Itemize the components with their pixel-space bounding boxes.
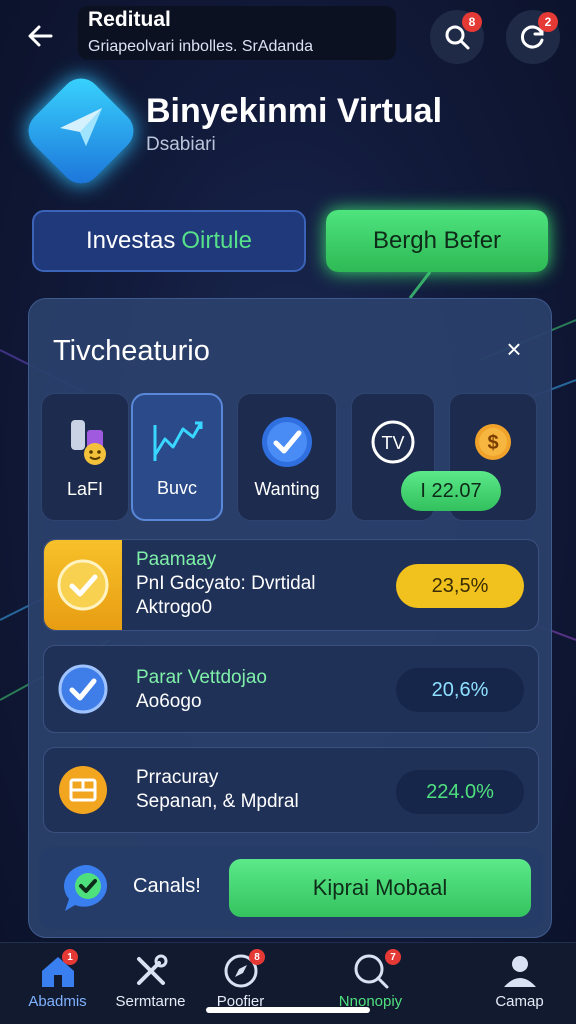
app-header: Reditual Griapeolvari inbolles. SrAdanda… xyxy=(0,0,576,70)
nav-label: Camap xyxy=(495,993,544,1010)
header-title-box: Reditual Griapeolvari inbolles. SrAdanda xyxy=(78,6,396,60)
confirm-bar: Canals! Kiprai Mobaal xyxy=(39,847,543,929)
row-text: Prracuray Sepanan, & Mpdral xyxy=(136,766,299,814)
list-item[interactable]: Parar Vettdojao Ao6ogo 20,6% xyxy=(43,645,539,733)
category-value-pill[interactable]: I 22.07 xyxy=(401,471,501,511)
begin-button[interactable]: Bergh Befer xyxy=(326,210,548,272)
tools-icon xyxy=(136,954,167,985)
tv-coin-label: TV xyxy=(381,433,404,453)
arrow-left-icon xyxy=(28,25,53,47)
list-item[interactable]: Prracuray Sepanan, & Mpdral 224.0% xyxy=(43,747,539,833)
home-indicator[interactable] xyxy=(206,1007,370,1013)
header-title: Reditual xyxy=(88,8,171,31)
cancel-button[interactable]: Canals! xyxy=(133,875,201,898)
check-icon xyxy=(58,664,108,714)
panel-title: Tivcheaturio xyxy=(53,335,210,367)
category-wanting[interactable]: Wanting xyxy=(237,393,337,521)
refresh-badge: 2 xyxy=(538,12,558,32)
check-badge-icon xyxy=(57,559,109,611)
document-coin-icon xyxy=(59,766,107,814)
svg-text:$: $ xyxy=(487,432,498,454)
nav-badge: 8 xyxy=(249,949,265,965)
category-label: Wanting xyxy=(254,479,320,499)
row-value: 224.0% xyxy=(396,770,524,814)
row-detail: PnI Gdcyato: Dvrtidal xyxy=(136,573,316,594)
close-button[interactable]: × xyxy=(499,335,529,365)
category-label: LaFI xyxy=(66,479,104,499)
row-name: Parar Vettdojao xyxy=(136,667,267,688)
list-item[interactable]: Paamaay PnI Gdcyato: Dvrtidal Aktrogo0 2… xyxy=(43,539,539,631)
tools-icon xyxy=(71,420,106,465)
row-name: Paamaay xyxy=(136,549,217,570)
search-badge: 8 xyxy=(462,12,482,32)
paper-plane-icon xyxy=(60,108,102,146)
category-tools[interactable]: LaFI xyxy=(41,393,129,521)
row-value: 23,5% xyxy=(396,564,524,608)
row-detail: Ao6ogo xyxy=(136,691,202,712)
row-detail: Sepanan, & Mpdral xyxy=(136,791,299,812)
nav-badge: 7 xyxy=(385,949,401,965)
header-subtitle: Griapeolvari inbolles. SrAdanda xyxy=(88,38,314,55)
row-detail-2: Aktrogo0 xyxy=(136,597,213,618)
row-text: Paamaay PnI Gdcyato: Dvrtidal Aktrogo0 xyxy=(136,548,316,620)
dollar-coin-icon: $ xyxy=(475,424,511,460)
invest-highlight: Oirtule xyxy=(181,227,253,254)
app-hero: Binyekinmi Virtual Dsabiari xyxy=(20,70,550,192)
confirm-button[interactable]: Kiprai Mobaal xyxy=(229,859,531,917)
check-icon xyxy=(262,417,312,467)
search-button[interactable]: 8 xyxy=(430,10,484,64)
nav-item-profile[interactable]: Camap xyxy=(462,943,576,1024)
row-name: Prracuray xyxy=(136,767,219,788)
tv-coin-icon: TV xyxy=(371,420,415,464)
row-icon-box xyxy=(44,748,122,832)
chat-check-icon xyxy=(64,864,108,911)
profile-icon xyxy=(503,956,536,987)
row-text: Parar Vettdojao Ao6ogo xyxy=(136,666,267,714)
app-subtitle: Dsabiari xyxy=(146,134,216,155)
refresh-button[interactable]: 2 xyxy=(506,10,560,64)
invest-panel: Tivcheaturio × LaFI Buvc Wanting TV $ I … xyxy=(28,298,552,938)
category-chart[interactable]: Buvc xyxy=(131,393,223,521)
row-icon-box xyxy=(44,646,122,732)
nav-badge: 1 xyxy=(62,949,78,965)
chart-icon xyxy=(153,421,203,461)
invest-virtual-button[interactable]: Investas Oirtule xyxy=(32,210,306,272)
row-icon-box xyxy=(44,540,122,630)
invest-label: Investas xyxy=(85,227,176,254)
back-button[interactable] xyxy=(18,14,62,58)
app-name: Binyekinmi Virtual xyxy=(146,92,443,130)
row-value: 20,6% xyxy=(396,668,524,712)
category-label: Buvc xyxy=(156,478,198,498)
